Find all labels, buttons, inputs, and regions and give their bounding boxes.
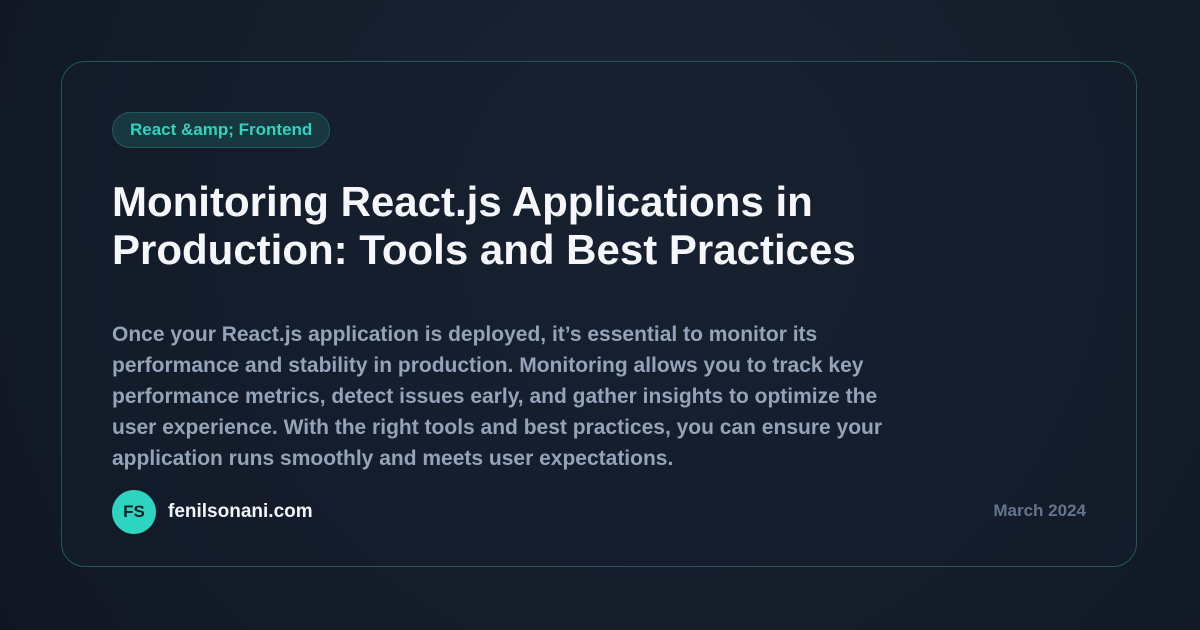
- author-row: FS fenilsonani.com: [112, 490, 313, 534]
- publish-date: March 2024: [993, 501, 1086, 520]
- category-badge: React &amp; Frontend: [112, 112, 331, 148]
- article-description: Once your React.js application is deploy…: [112, 323, 883, 470]
- article-title: Monitoring React.js Applications in Prod…: [112, 178, 856, 273]
- site-name: fenilsonani.com: [168, 501, 313, 522]
- article-card: React &amp; Frontend Monitoring React.js…: [61, 61, 1137, 567]
- avatar: FS: [112, 490, 156, 534]
